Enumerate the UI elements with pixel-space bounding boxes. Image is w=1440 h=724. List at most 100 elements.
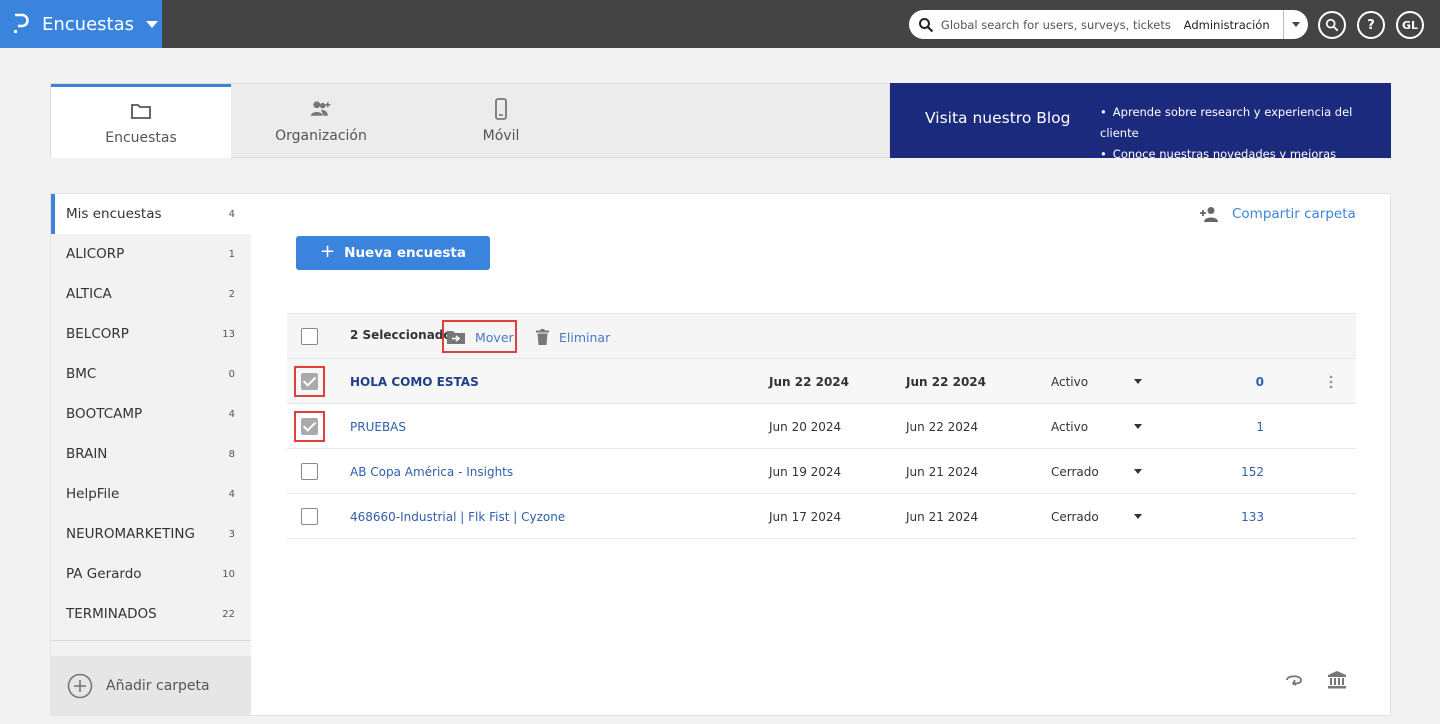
blog-banner[interactable]: Visita nuestro Blog Aprende sobre resear… <box>890 83 1391 161</box>
sidebar-item-helpfile[interactable]: HelpFile 4 <box>51 474 251 514</box>
responses-count[interactable]: 1 <box>1227 404 1264 449</box>
folder-name: BMC <box>66 366 97 382</box>
sidebar-item-bootcamp[interactable]: BOOTCAMP 4 <box>51 394 251 434</box>
responses-count[interactable]: 133 <box>1227 494 1264 539</box>
row-checkbox[interactable] <box>301 418 318 435</box>
status-caret[interactable] <box>1134 404 1144 449</box>
tab-movil[interactable]: Móvil <box>411 84 591 158</box>
folder-count: 10 <box>222 568 235 580</box>
folder-name: PA Gerardo <box>66 566 142 582</box>
move-folder-icon <box>447 331 465 344</box>
created-date: Jun 17 2024 <box>769 509 842 524</box>
bulk-actions-bar: 2 Seleccionado Mover Eliminar <box>287 313 1356 359</box>
undo-icon[interactable] <box>1284 670 1304 690</box>
folder-name: Mis encuestas <box>66 206 162 222</box>
delete-label: Eliminar <box>559 329 611 345</box>
survey-name-link[interactable]: AB Copa América - Insights <box>350 449 513 494</box>
sidebar-item-terminados[interactable]: TERMINADOS 22 <box>51 594 251 634</box>
caret-down-icon <box>1134 424 1142 429</box>
status-dropdown[interactable]: Activo <box>1051 359 1088 404</box>
sidebar-item-mis-encuestas[interactable]: Mis encuestas 4 <box>51 194 251 234</box>
section-tabs: Encuestas Organización Móvil <box>50 83 890 158</box>
folder-count: 4 <box>228 408 235 420</box>
move-button[interactable]: Mover <box>447 314 514 360</box>
folder-name: HelpFile <box>66 486 120 502</box>
chevron-down-icon <box>146 20 159 28</box>
survey-name-link[interactable]: HOLA COMO ESTAS <box>350 359 479 404</box>
survey-name-link[interactable]: PRUEBAS <box>350 404 406 449</box>
folder-name: BELCORP <box>66 326 129 342</box>
help-icon: ? <box>1367 17 1375 33</box>
survey-name-link[interactable]: 468660-Industrial | Flk Fist | Cyzone <box>350 494 565 539</box>
user-avatar-button[interactable]: GL <box>1396 11 1424 39</box>
sidebar-item-belcorp[interactable]: BELCORP 13 <box>51 314 251 354</box>
row-checkbox[interactable] <box>301 508 318 525</box>
sidebar-item-bmc[interactable]: BMC 0 <box>51 354 251 394</box>
created-date: Jun 20 2024 <box>769 419 842 434</box>
modified-date: Jun 21 2024 <box>906 464 979 479</box>
folder-name: TERMINADOS <box>66 606 157 622</box>
status-dropdown[interactable]: Activo <box>1051 404 1088 449</box>
bank-icon[interactable] <box>1327 670 1347 690</box>
add-folder-label: Añadir carpeta <box>106 678 210 694</box>
search-scope[interactable]: Administración <box>1184 18 1283 32</box>
caret-down-icon <box>1134 514 1142 519</box>
table-row: 468660-Industrial | Flk Fist | Cyzone Ju… <box>287 494 1356 539</box>
folder-count: 0 <box>228 368 235 380</box>
folder-name: BRAIN <box>66 446 108 462</box>
new-survey-label: Nueva encuesta <box>344 245 466 261</box>
surveys-card: Mis encuestas 4 ALICORP 1 ALTICA 2 BELCO… <box>50 193 1391 716</box>
status-caret[interactable] <box>1134 494 1144 539</box>
more-options-icon[interactable] <box>1325 359 1337 404</box>
folder-name: BOOTCAMP <box>66 406 143 422</box>
blog-title: Visita nuestro Blog <box>925 109 1071 127</box>
caret-down-icon <box>1292 22 1301 27</box>
blog-points: Aprende sobre research y experiencia del… <box>1100 102 1391 165</box>
survey-table: 2 Seleccionado Mover Eliminar HOLA COMO … <box>287 313 1356 539</box>
row-checkbox[interactable] <box>301 373 318 390</box>
logo-icon <box>14 13 29 33</box>
responses-count[interactable]: 152 <box>1227 449 1264 494</box>
search-button[interactable] <box>1318 11 1346 39</box>
tab-organizacion[interactable]: Organización <box>231 84 411 158</box>
share-folder-link[interactable]: Compartir carpeta <box>1199 206 1356 222</box>
tab-encuestas[interactable]: Encuestas <box>51 84 231 158</box>
folder-name: NEUROMARKETING <box>66 526 195 542</box>
responses-count[interactable]: 0 <box>1227 359 1264 404</box>
new-survey-button[interactable]: + Nueva encuesta <box>296 236 490 270</box>
share-folder-label: Compartir carpeta <box>1232 206 1356 222</box>
add-folder-button[interactable]: Añadir carpeta <box>51 656 251 716</box>
scope-dropdown-button[interactable] <box>1284 10 1308 39</box>
folder-count: 3 <box>228 528 235 540</box>
folder-name: ALTICA <box>66 286 112 302</box>
sidebar-item-brain[interactable]: BRAIN 8 <box>51 434 251 474</box>
sidebar-item-alicorp[interactable]: ALICORP 1 <box>51 234 251 274</box>
table-row: HOLA COMO ESTAS Jun 22 2024 Jun 22 2024 … <box>287 359 1356 404</box>
move-label: Mover <box>475 329 514 345</box>
help-button[interactable]: ? <box>1357 11 1385 39</box>
select-all-checkbox[interactable] <box>301 328 318 345</box>
app-switcher[interactable]: Encuestas <box>0 0 162 48</box>
folder-name: ALICORP <box>66 246 125 262</box>
created-date: Jun 19 2024 <box>769 464 842 479</box>
tab-label: Encuestas <box>105 129 177 146</box>
folder-count: 1 <box>228 248 235 260</box>
created-date: Jun 22 2024 <box>769 374 850 389</box>
add-user-icon <box>1200 207 1218 222</box>
selected-count: 2 Seleccionado <box>350 328 452 342</box>
status-caret[interactable] <box>1134 359 1144 404</box>
status-caret[interactable] <box>1134 449 1144 494</box>
folder-icon <box>131 103 151 119</box>
status-dropdown[interactable]: Cerrado <box>1051 449 1099 494</box>
add-circle-icon <box>67 673 93 699</box>
sidebar-item-pa-gerardo[interactable]: PA Gerardo 10 <box>51 554 251 594</box>
search-icon <box>1325 18 1339 32</box>
tab-label: Organización <box>275 128 367 144</box>
sidebar-item-neuromarketing[interactable]: NEUROMARKETING 3 <box>51 514 251 554</box>
tab-label: Móvil <box>482 128 520 144</box>
sidebar-item-altica[interactable]: ALTICA 2 <box>51 274 251 314</box>
delete-button[interactable]: Eliminar <box>536 314 610 360</box>
status-dropdown[interactable]: Cerrado <box>1051 494 1099 539</box>
search-input[interactable] <box>940 17 1176 32</box>
row-checkbox[interactable] <box>301 463 318 480</box>
